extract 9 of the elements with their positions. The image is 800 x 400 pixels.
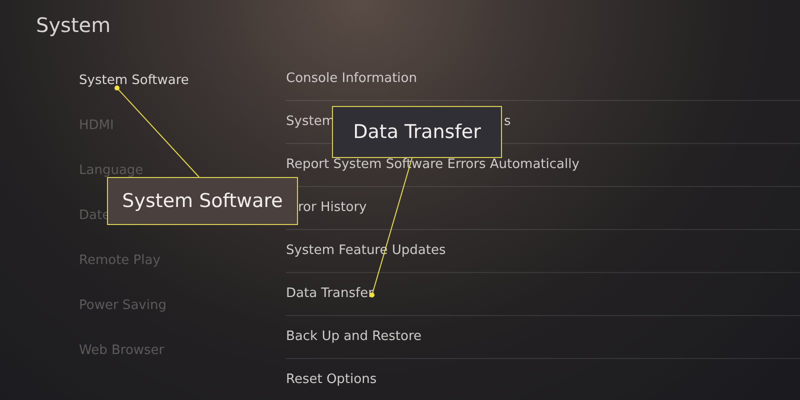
menu-item[interactable]: Back Up and Restore (286, 327, 422, 347)
menu-item[interactable]: System Software (79, 70, 189, 90)
menu-item[interactable]: ror History (298, 198, 367, 218)
callout: System Software (107, 177, 298, 225)
menu-item[interactable]: Console Information (286, 69, 417, 89)
page-title: System (36, 13, 111, 37)
menu-item[interactable]: Reset Options (286, 370, 377, 390)
menu-item-text: s (504, 113, 511, 132)
callout: Data Transfer (332, 106, 502, 158)
